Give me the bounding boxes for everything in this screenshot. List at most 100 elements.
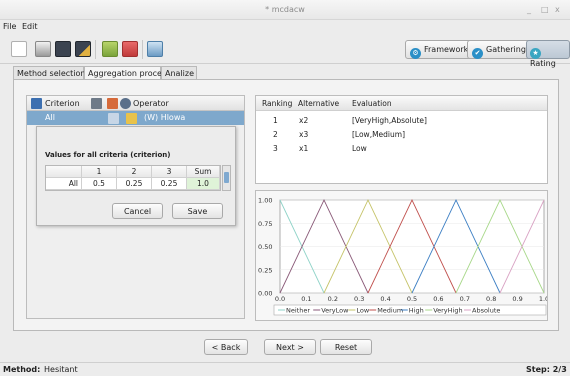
table-row[interactable]: 2 x3 [Low,Medium]	[256, 127, 547, 141]
gear-icon: ⚙	[410, 48, 421, 59]
values-scrollbar[interactable]	[222, 165, 231, 191]
alternative-column-header: Alternative	[298, 99, 340, 108]
step-indicator: Step: 2/3	[526, 365, 567, 374]
criterion-edit-icon[interactable]	[91, 98, 102, 109]
ranking-table-header: Ranking Alternative Evaluation	[256, 96, 547, 111]
x-tick-label: 0.9	[512, 295, 522, 303]
gathering-button[interactable]: ✔ Gathering	[467, 40, 531, 59]
rating-label: Rating	[530, 59, 556, 68]
open-folder-icon[interactable]	[35, 41, 51, 57]
cancel-button[interactable]: Cancel	[112, 203, 163, 219]
y-tick-label: 0.50	[258, 243, 272, 251]
x-tick-label: 0.4	[380, 295, 390, 303]
tab-aggregation-process[interactable]: Aggregation process	[84, 66, 170, 80]
x-tick-label: 0.0	[275, 295, 285, 303]
x-tick-label: 0.6	[433, 295, 443, 303]
y-tick-label: 0.25	[258, 266, 272, 274]
reset-button[interactable]: Reset	[320, 339, 372, 355]
legend-item: Neither	[286, 307, 310, 315]
scrollbar-thumb[interactable]	[224, 172, 229, 183]
gathering-label: Gathering	[486, 45, 526, 54]
window-titlebar: * mcdacw _ □ x	[0, 0, 570, 20]
check-icon: ✔	[472, 48, 483, 59]
x-tick-label: 0.3	[354, 295, 364, 303]
operator-name: (W) Hlowa	[144, 113, 186, 122]
legend-item: Medium	[377, 307, 403, 315]
rating-button[interactable]: ★Rating	[526, 40, 570, 68]
legend-item: High	[409, 307, 424, 315]
menu-file[interactable]: File	[3, 22, 16, 31]
close-button[interactable]: x	[555, 5, 560, 14]
method-label: Method:	[3, 365, 41, 374]
criterion-header-label: Criterion	[45, 99, 80, 108]
legend-item: VeryLow	[321, 307, 349, 315]
tab-analize[interactable]: Analize	[161, 66, 197, 80]
tab-method-selection[interactable]: Method selection	[13, 66, 86, 80]
membership-chart: 0.00 0.25 0.50 0.75 1.00 0.0 0.1 0.2 0.3 0.4 0.5 0.…	[258, 197, 549, 316]
evaluation-column-header: Evaluation	[352, 99, 392, 108]
criterion-lock-icon[interactable]	[107, 98, 118, 109]
menu-bar: File Edit	[0, 20, 570, 35]
save-as-icon[interactable]	[75, 41, 91, 57]
evaluation-cell: [Low,Medium]	[352, 130, 405, 139]
ranking-column-header: Ranking	[262, 99, 293, 108]
x-tick-label: 0.7	[460, 295, 470, 303]
x-tick-label: 0.1	[301, 295, 311, 303]
y-tick-label: 0.75	[258, 220, 272, 228]
maximize-button[interactable]: □	[541, 5, 549, 14]
evaluation-cell: [VeryHigh,Absolute]	[352, 116, 427, 125]
sum-cell: 1.0	[187, 178, 220, 190]
x-tick-label: 1.0	[539, 295, 547, 303]
method-value: Hesitant	[44, 365, 78, 374]
dialog-title: Values for all criteria (criterion)	[45, 151, 171, 159]
criterion-name: All	[45, 113, 55, 122]
framework-button[interactable]: ⚙ Framework	[405, 40, 474, 59]
new-file-icon[interactable]	[11, 41, 27, 57]
value-cell[interactable]: 0.5	[82, 178, 117, 190]
ranking-cell: 2	[273, 130, 278, 139]
import-icon[interactable]	[102, 41, 118, 57]
ranking-table: Ranking Alternative Evaluation 1 x2 [Ver…	[255, 95, 548, 184]
export-icon[interactable]	[122, 41, 138, 57]
next-button[interactable]: Next >	[264, 339, 316, 355]
criteria-header: Criterion Operator	[27, 96, 244, 111]
x-tick-label: 0.8	[486, 295, 496, 303]
values-dialog: Values for all criteria (criterion) 1 2 …	[36, 126, 236, 226]
value-cell[interactable]: 0.25	[117, 178, 152, 190]
minimize-button[interactable]: _	[527, 5, 531, 14]
y-tick-label: 1.00	[258, 197, 272, 205]
ranking-cell: 1	[273, 116, 278, 125]
legend-item: Low	[356, 307, 369, 315]
value-cell[interactable]: 0.25	[152, 178, 187, 190]
help-icon[interactable]	[147, 41, 163, 57]
toolbar: ⚙ Framework ✔ Gathering ★Rating	[0, 35, 570, 68]
values-table: 1 2 3 Sum All 0.5 0.25 0.25 1.0	[45, 165, 221, 191]
menu-edit[interactable]: Edit	[22, 22, 38, 31]
operator-header-label: Operator	[133, 99, 169, 108]
table-row[interactable]: 1 x2 [VeryHigh,Absolute]	[256, 113, 547, 127]
alternative-cell: x2	[299, 116, 309, 125]
status-bar: Method: Hesitant Step: 2/3	[0, 362, 570, 376]
row-lock-icon[interactable]	[126, 113, 137, 124]
save-icon[interactable]	[55, 41, 71, 57]
back-button[interactable]: < Back	[204, 339, 248, 355]
legend-item: Absolute	[472, 307, 500, 315]
values-header-cell: 2	[117, 166, 152, 178]
criteria-row-all[interactable]: All (W) Hlowa	[27, 111, 244, 125]
criterion-icon	[31, 98, 42, 109]
star-icon: ★	[530, 48, 541, 59]
x-tick-label: 0.2	[328, 295, 338, 303]
values-header-cell: 3	[152, 166, 187, 178]
toolbar-separator	[142, 40, 143, 59]
values-header-cell: 1	[82, 166, 117, 178]
row-edit-icon[interactable]	[108, 113, 119, 124]
chart-panel: 0.00 0.25 0.50 0.75 1.00 0.0 0.1 0.2 0.3 0.4 0.5 0.…	[255, 190, 549, 321]
ranking-cell: 3	[273, 144, 278, 153]
toolbar-separator	[95, 40, 96, 59]
evaluation-cell: Low	[352, 144, 367, 153]
values-header-cell	[46, 166, 82, 178]
table-row[interactable]: 3 x1 Low	[256, 141, 547, 155]
values-row-label: All	[46, 178, 82, 190]
framework-label: Framework	[424, 45, 469, 54]
save-button[interactable]: Save	[172, 203, 223, 219]
